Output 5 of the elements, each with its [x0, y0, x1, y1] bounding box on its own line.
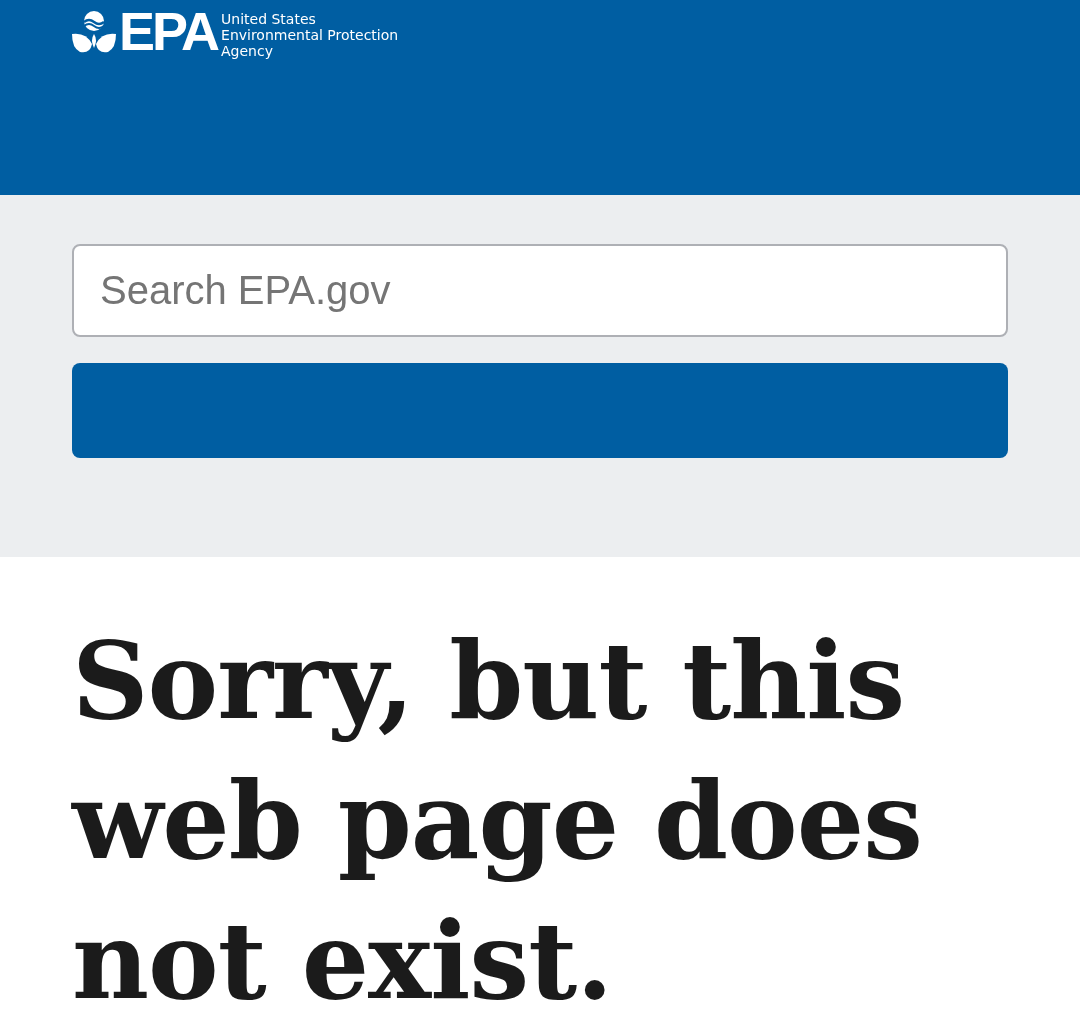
- page-heading: Sorry, but this web page does not exist.: [72, 617, 923, 1025]
- logo-wordmark[interactable]: EPA: [119, 8, 218, 54]
- flower-emblem-icon[interactable]: [72, 10, 116, 54]
- search-field[interactable]: Search EPA.gov: [72, 244, 1008, 337]
- agency-name[interactable]: United States Environmental Protection Agency: [221, 11, 399, 59]
